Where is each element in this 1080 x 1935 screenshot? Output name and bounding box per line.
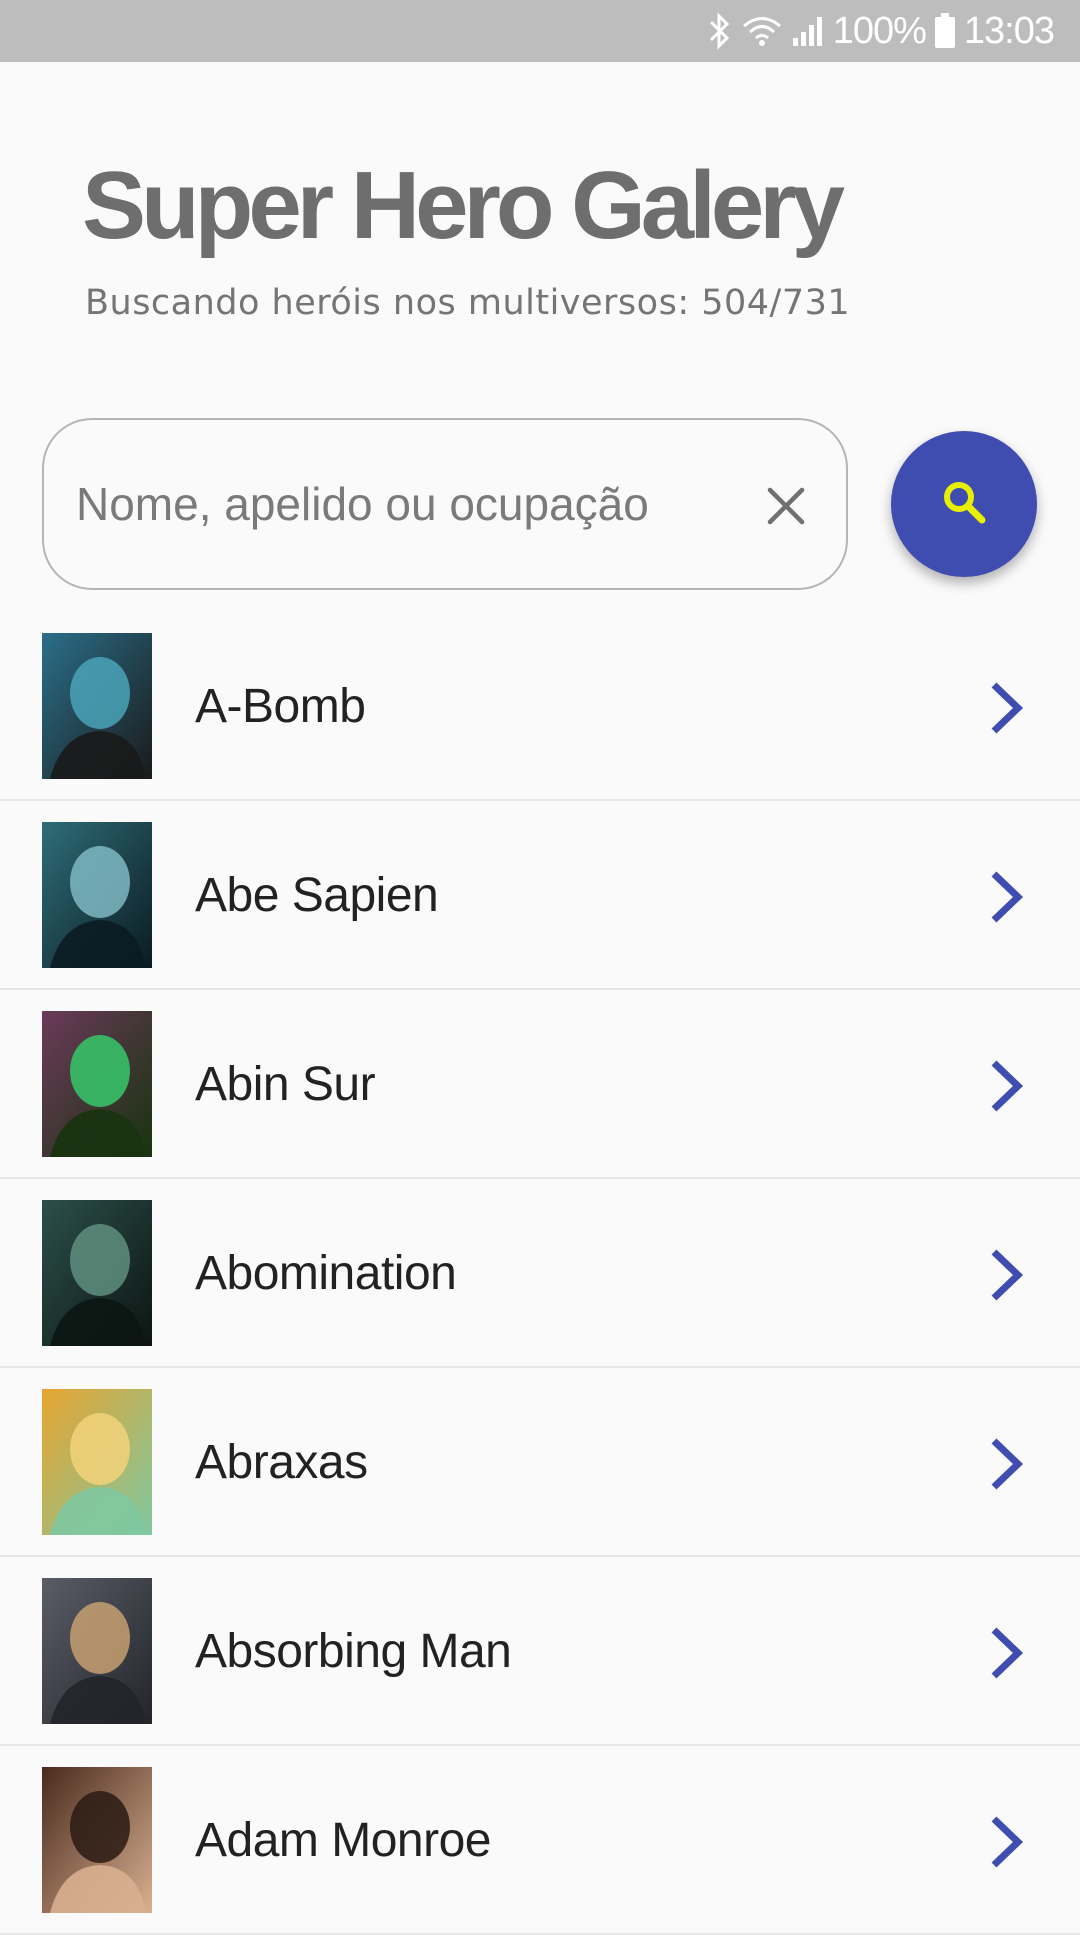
loading-progress-text: Buscando heróis nos multiversos: 504/731 <box>85 283 851 323</box>
bluetooth-icon <box>707 12 733 50</box>
search-button[interactable] <box>891 431 1037 577</box>
hero-thumbnail <box>42 822 152 968</box>
search-icon <box>939 477 989 532</box>
chevron-right-icon <box>986 1248 1026 1302</box>
hero-thumbnail <box>42 1011 152 1157</box>
page-title: Super Hero Galery <box>82 152 845 259</box>
battery-icon <box>934 13 956 49</box>
battery-percent: 100% <box>832 9 927 52</box>
hero-thumbnail <box>42 1200 152 1346</box>
hero-thumbnail <box>42 1389 152 1535</box>
chevron-right-icon <box>986 1437 1026 1491</box>
hero-name: Adam Monroe <box>195 1814 491 1867</box>
list-item[interactable]: Adam Monroe <box>0 1746 1080 1935</box>
wifi-icon <box>741 14 783 48</box>
chevron-right-icon <box>986 681 1026 735</box>
hero-thumbnail <box>42 1578 152 1724</box>
hero-thumbnail <box>42 1767 152 1913</box>
hero-name: Abin Sur <box>195 1058 376 1111</box>
list-item[interactable]: Abe Sapien <box>0 801 1080 990</box>
hero-name: Abomination <box>195 1247 457 1300</box>
hero-name: Abe Sapien <box>195 869 439 922</box>
chevron-right-icon <box>986 1059 1026 1113</box>
hero-name: Abraxas <box>195 1436 368 1489</box>
list-item[interactable]: Abin Sur <box>0 990 1080 1179</box>
hero-list: A-Bomb Abe Sapien Abin Sur Abomination Abrax… <box>0 612 1080 1935</box>
search-field <box>42 418 848 590</box>
list-item[interactable]: Abomination <box>0 1179 1080 1368</box>
chevron-right-icon <box>986 1626 1026 1680</box>
hero-name: Absorbing Man <box>195 1625 512 1678</box>
status-bar: 100% 13:03 <box>0 0 1080 62</box>
close-icon[interactable] <box>764 484 808 528</box>
list-item[interactable]: Abraxas <box>0 1368 1080 1557</box>
list-item[interactable]: A-Bomb <box>0 612 1080 801</box>
search-input[interactable] <box>74 476 754 532</box>
signal-icon <box>791 14 825 48</box>
hero-name: A-Bomb <box>195 680 366 733</box>
list-item[interactable]: Absorbing Man <box>0 1557 1080 1746</box>
clock: 13:03 <box>963 9 1055 52</box>
hero-thumbnail <box>42 633 152 779</box>
chevron-right-icon <box>986 1815 1026 1869</box>
chevron-right-icon <box>986 870 1026 924</box>
